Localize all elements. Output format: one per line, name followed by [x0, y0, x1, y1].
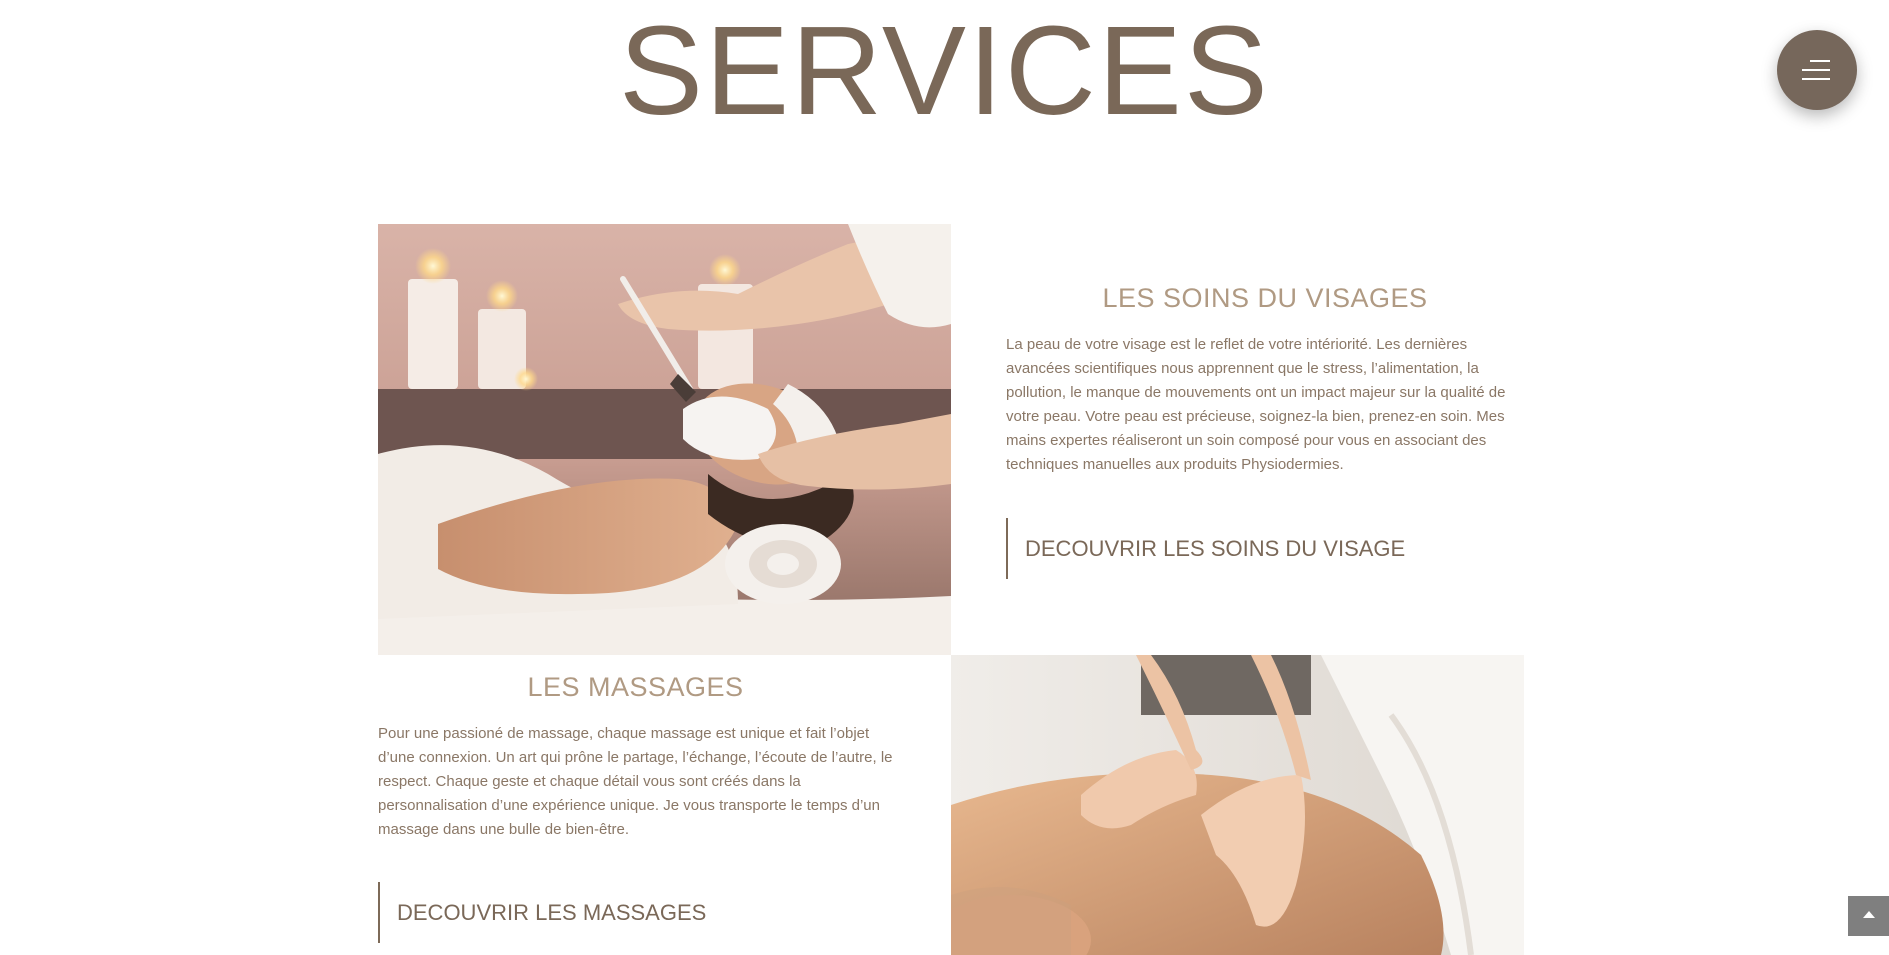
facial-treatment-photo [378, 224, 951, 655]
section-heading-visage: LES SOINS DU VISAGES [1102, 283, 1428, 313]
section-heading-massages: LES MASSAGES [527, 672, 744, 702]
arrow-up-icon [1863, 911, 1875, 918]
menu-button[interactable] [1777, 30, 1857, 110]
section-text-massages: Pour une passioné de massage, chaque mas… [378, 725, 893, 838]
back-massage-photo [951, 655, 1524, 955]
discover-massages-link[interactable]: DECOUVRIR LES MASSAGES [378, 882, 706, 943]
discover-facial-care-link[interactable]: DECOUVRIR LES SOINS DU VISAGE [1006, 518, 1405, 579]
section-text-visage: La peau de votre visage est le reflet de… [1006, 336, 1506, 473]
page-title: SERVICES [619, 0, 1270, 141]
scroll-to-top-button[interactable] [1848, 896, 1889, 936]
